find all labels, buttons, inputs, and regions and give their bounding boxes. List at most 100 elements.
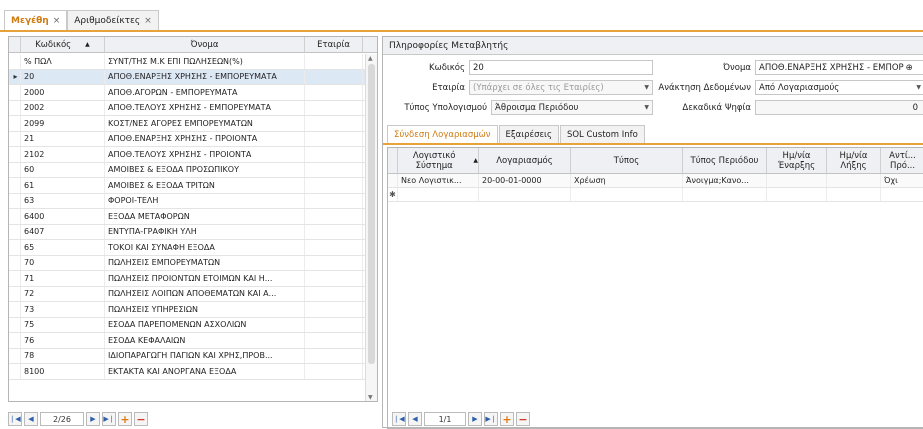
- cell-code[interactable]: 78: [21, 348, 105, 363]
- cell-name[interactable]: ΕΞΟΔΑ ΜΕΤΑΦΟΡΩΝ: [105, 209, 305, 224]
- table-row[interactable]: 70 ΠΩΛΗΣΕΙΣ ΕΜΠΟΡΕΥΜΑΤΩΝ: [9, 255, 365, 271]
- column-header-type[interactable]: Τύπος: [571, 148, 683, 173]
- table-row[interactable]: ▸ 20 ΑΠΟΘ.ΕΝΑΡΞΗΣ ΧΡΗΣΗΣ - ΕΜΠΟΡΕΥΜΑΤΑ: [9, 69, 365, 85]
- cell-company[interactable]: [305, 302, 363, 317]
- add-record-button[interactable]: +: [500, 412, 514, 426]
- delete-record-button[interactable]: −: [134, 412, 148, 426]
- cell-start-date[interactable]: [767, 174, 827, 187]
- cell-name[interactable]: ΑΠΟΘ.ΑΓΟΡΩΝ - ΕΜΠΟΡΕΥΜΑΤΑ: [105, 85, 305, 100]
- cell-name[interactable]: ΕΚΤΑΚΤΑ ΚΑΙ ΑΝΟΡΓΑΝΑ ΕΞΟΔΑ: [105, 364, 305, 379]
- next-record-icon[interactable]: ▶: [468, 412, 482, 426]
- cell-company[interactable]: [305, 193, 363, 208]
- scroll-up-icon[interactable]: ▲: [368, 55, 373, 62]
- column-header-code[interactable]: Κωδικός ▲: [21, 37, 105, 52]
- cell-company[interactable]: [305, 317, 363, 332]
- cell-name[interactable]: ΑΠΟΘ.ΕΝΑΡΞΗΣ ΧΡΗΣΗΣ - ΠΡΟΙΟΝΤΑ: [105, 131, 305, 146]
- table-row[interactable]: 61 ΑΜΟΙΒΕΣ & ΕΞΟΔΑ ΤΡΙΤΩΝ: [9, 178, 365, 194]
- chevron-down-icon[interactable]: ▼: [644, 104, 652, 111]
- chevron-down-icon[interactable]: ▼: [916, 84, 923, 91]
- cell-company[interactable]: [305, 209, 363, 224]
- globe-icon[interactable]: ⊕: [906, 63, 913, 73]
- retrieval-select[interactable]: Από Λογαριασμούς ▼: [755, 80, 923, 95]
- table-row[interactable]: 76 ΕΣΟΔΑ ΚΕΦΑΛΑΙΩΝ: [9, 333, 365, 349]
- cell-code[interactable]: 2102: [21, 147, 105, 162]
- cell-company[interactable]: [305, 116, 363, 131]
- cell-account[interactable]: 20-00-01-0000: [479, 174, 571, 187]
- cell-company[interactable]: [305, 178, 363, 193]
- scroll-down-icon[interactable]: ▼: [368, 394, 373, 401]
- table-row[interactable]: 73 ΠΩΛΗΣΕΙΣ ΥΠΗΡΕΣΙΩΝ: [9, 302, 365, 318]
- cell-code[interactable]: 71: [21, 271, 105, 286]
- table-row[interactable]: 60 ΑΜΟΙΒΕΣ & ΕΞΟΔΑ ΠΡΟΣΩΠΙΚΟΥ: [9, 162, 365, 178]
- cell-name[interactable]: ΕΝΤΥΠΑ-ΓΡΑΦΙΚΗ ΥΛΗ: [105, 224, 305, 239]
- cell-code[interactable]: 73: [21, 302, 105, 317]
- cell-code[interactable]: 72: [21, 286, 105, 301]
- cell-name[interactable]: ΑΠΟΘ.ΤΕΛΟΥΣ ΧΡΗΣΗΣ - ΠΡΟΙΟΝΤΑ: [105, 147, 305, 162]
- cell-company[interactable]: [305, 271, 363, 286]
- cell-name[interactable]: ΑΜΟΙΒΕΣ & ΕΞΟΔΑ ΤΡΙΤΩΝ: [105, 178, 305, 193]
- column-header-period-type[interactable]: Τύπος Περιόδου: [683, 148, 767, 173]
- cell-code[interactable]: 6400: [21, 209, 105, 224]
- column-header-system[interactable]: Λογιστικό Σύστημα ▲: [398, 148, 479, 173]
- cell-code[interactable]: 8100: [21, 364, 105, 379]
- cell-code[interactable]: 2099: [21, 116, 105, 131]
- cell-name[interactable]: ΑΜΟΙΒΕΣ & ΕΞΟΔΑ ΠΡΟΣΩΠΙΚΟΥ: [105, 162, 305, 177]
- cell-company[interactable]: [305, 224, 363, 239]
- new-cell[interactable]: [398, 188, 479, 201]
- next-record-icon[interactable]: ▶: [86, 412, 100, 426]
- previous-record-icon[interactable]: ◀: [24, 412, 38, 426]
- column-header-account[interactable]: Λογαριασμός: [479, 148, 571, 173]
- cell-code[interactable]: 2000: [21, 85, 105, 100]
- cell-name[interactable]: ΑΠΟΘ.ΤΕΛΟΥΣ ΧΡΗΣΗΣ - ΕΜΠΟΡΕΥΜΑΤΑ: [105, 100, 305, 115]
- new-cell[interactable]: [827, 188, 881, 201]
- new-cell[interactable]: [881, 188, 923, 201]
- cell-code[interactable]: 70: [21, 255, 105, 270]
- new-cell[interactable]: [571, 188, 683, 201]
- cell-name[interactable]: ΠΩΛΗΣΕΙΣ ΠΡΟΙΟΝΤΩΝ ΕΤΟΙΜΩΝ ΚΑΙ Η...: [105, 271, 305, 286]
- tab-account-link[interactable]: Σύνδεση Λογαριασμών: [387, 125, 498, 143]
- column-header-company[interactable]: Εταιρία: [305, 37, 363, 52]
- calc-field[interactable]: Άθροισμα Περιόδου ▼: [491, 100, 653, 115]
- cell-code[interactable]: % ΠΩΛ: [21, 54, 105, 69]
- cell-code[interactable]: 65: [21, 240, 105, 255]
- cell-period-type[interactable]: Άνοιγμα;Κανο...: [683, 174, 767, 187]
- chevron-down-icon[interactable]: ▼: [644, 84, 652, 91]
- cell-company[interactable]: [305, 255, 363, 270]
- new-cell[interactable]: [767, 188, 827, 201]
- tab-exclusions[interactable]: Εξαιρέσεις: [498, 125, 559, 143]
- cell-code[interactable]: 6407: [21, 224, 105, 239]
- table-row[interactable]: 2099 ΚΟΣΤ/ΝΕΣ ΑΓΟΡΕΣ ΕΜΠΟΡΕΥΜΑΤΩΝ: [9, 116, 365, 132]
- cell-code[interactable]: 2002: [21, 100, 105, 115]
- cell-type[interactable]: Χρέωση: [571, 174, 683, 187]
- cell-name[interactable]: ΦΟΡΟΙ-ΤΕΛΗ: [105, 193, 305, 208]
- cell-code[interactable]: 60: [21, 162, 105, 177]
- tab-sizes[interactable]: Μεγέθη ×: [4, 10, 68, 30]
- cell-name[interactable]: ΕΣΟΔΑ ΠΑΡΕΠΟΜΕΝΩΝ ΑΣΧΟΛΙΩΝ: [105, 317, 305, 332]
- cell-name[interactable]: ΕΣΟΔΑ ΚΕΦΑΛΑΙΩΝ: [105, 333, 305, 348]
- new-row[interactable]: ✱: [388, 188, 923, 202]
- cell-company[interactable]: [305, 100, 363, 115]
- cell-name[interactable]: ΠΩΛΗΣΕΙΣ ΛΟΙΠΩΝ ΑΠΟΘΕΜΑΤΩΝ ΚΑΙ Α...: [105, 286, 305, 301]
- table-row[interactable]: 63 ΦΟΡΟΙ-ΤΕΛΗ: [9, 193, 365, 209]
- table-row[interactable]: % ΠΩΛ ΣΥΝΤ/ΤΗΣ Μ.Κ ΕΠΙ ΠΩΛΗΣΕΩΝ(%): [9, 54, 365, 70]
- table-row[interactable]: 21 ΑΠΟΘ.ΕΝΑΡΞΗΣ ΧΡΗΣΗΣ - ΠΡΟΙΟΝΤΑ: [9, 131, 365, 147]
- cell-company[interactable]: [305, 162, 363, 177]
- vertical-scrollbar[interactable]: ▲ ▼: [365, 54, 377, 401]
- table-row[interactable]: 78 ΙΔΙΟΠΑΡΑΓΩΓΗ ΠΑΓΙΩΝ ΚΑΙ ΧΡΗΣ,ΠΡΟΒ...: [9, 348, 365, 364]
- cell-code[interactable]: 20: [21, 69, 105, 84]
- cell-name[interactable]: ΣΥΝΤ/ΤΗΣ Μ.Κ ΕΠΙ ΠΩΛΗΣΕΩΝ(%): [105, 54, 305, 69]
- cell-code[interactable]: 63: [21, 193, 105, 208]
- table-row[interactable]: 72 ΠΩΛΗΣΕΙΣ ΛΟΙΠΩΝ ΑΠΟΘΕΜΑΤΩΝ ΚΑΙ Α...: [9, 286, 365, 302]
- new-cell[interactable]: [479, 188, 571, 201]
- table-row[interactable]: 2002 ΑΠΟΘ.ΤΕΛΟΥΣ ΧΡΗΣΗΣ - ΕΜΠΟΡΕΥΜΑΤΑ: [9, 100, 365, 116]
- cell-company[interactable]: [305, 54, 363, 69]
- decimals-field[interactable]: 0: [755, 100, 923, 115]
- cell-code[interactable]: 76: [21, 333, 105, 348]
- column-header-end-date[interactable]: Ημ/νία Λήξης: [827, 148, 881, 173]
- column-header-start-date[interactable]: Ημ/νία Έναρξης: [767, 148, 827, 173]
- cell-company[interactable]: [305, 348, 363, 363]
- column-header-name[interactable]: Όνομα: [105, 37, 305, 52]
- column-header-opposite[interactable]: Αντί... Πρό...: [881, 148, 923, 173]
- table-row[interactable]: 8100 ΕΚΤΑΚΤΑ ΚΑΙ ΑΝΟΡΓΑΝΑ ΕΞΟΔΑ: [9, 364, 365, 380]
- cell-company[interactable]: [305, 147, 363, 162]
